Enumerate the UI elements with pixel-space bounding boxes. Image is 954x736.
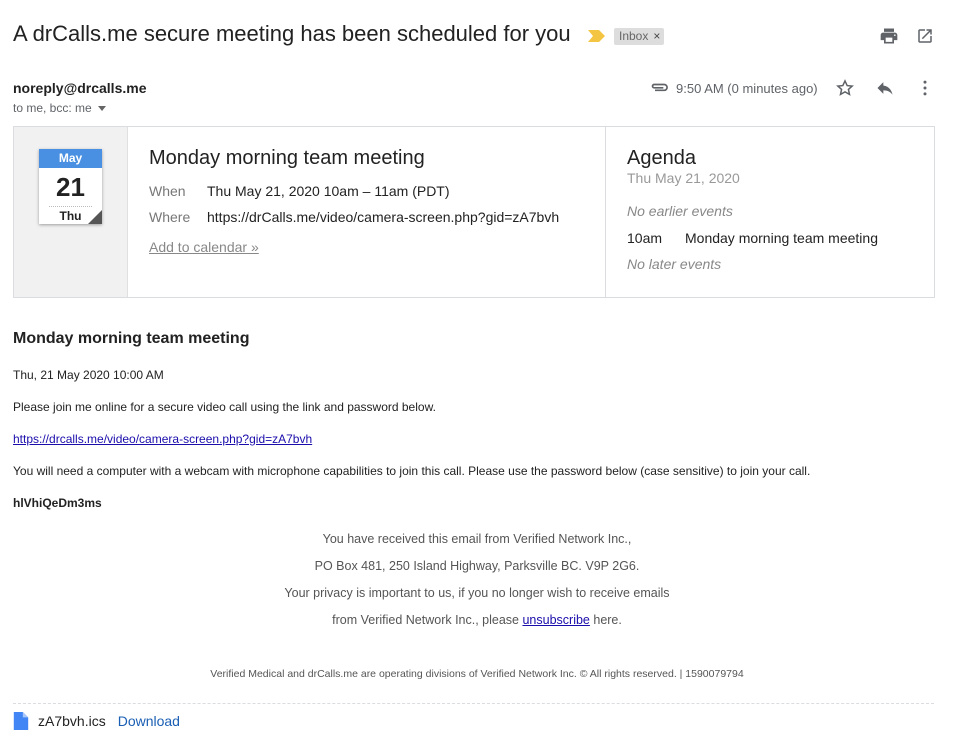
agenda-panel: Agenda Thu May 21, 2020 No earlier event… — [606, 127, 934, 297]
event-where-row: Where https://drCalls.me/video/camera-scr… — [149, 209, 559, 225]
agenda-no-later: No later events — [627, 256, 722, 272]
recipients-text: to me, bcc: me — [13, 101, 92, 115]
where-label: Where — [149, 209, 191, 225]
calendar-day: 21 — [56, 172, 85, 202]
footer-line-2: PO Box 481, 250 Island Highway, Parksvil… — [314, 559, 640, 573]
inbox-label-chip[interactable]: Inbox × — [614, 28, 665, 45]
unsubscribe-link[interactable]: unsubscribe — [522, 613, 589, 627]
remove-label-icon[interactable]: × — [653, 28, 660, 45]
event-when-row: When Thu May 21, 2020 10am – 11am (PDT) — [149, 183, 450, 199]
print-icon[interactable] — [877, 24, 901, 48]
file-icon — [13, 712, 29, 730]
download-link[interactable]: Download — [118, 713, 180, 729]
more-options-icon[interactable] — [913, 76, 937, 100]
body-heading: Monday morning team meeting — [13, 330, 250, 347]
calendar-invite-card: May 21 Thu Monday morning team meeting W… — [13, 126, 935, 298]
when-value: Thu May 21, 2020 10am – 11am (PDT) — [207, 183, 450, 199]
chevron-down-icon[interactable] — [97, 105, 106, 111]
attachment-divider — [13, 703, 934, 704]
calendar-month: May — [39, 149, 102, 168]
agenda-date: Thu May 21, 2020 — [627, 170, 740, 186]
footer-line-4: from Verified Network Inc., please unsub… — [0, 613, 954, 627]
legal-footer: Verified Medical and drCalls.me are oper… — [210, 668, 744, 680]
body-datetime: Thu, 21 May 2020 10:00 AM — [13, 368, 164, 382]
event-details: Monday morning team meeting When Thu May … — [128, 127, 606, 297]
add-to-calendar-link[interactable]: Add to calendar » — [149, 239, 259, 255]
email-subject: A drCalls.me secure meeting has been sch… — [13, 21, 571, 46]
meeting-password: hlVhiQeDm3ms — [13, 496, 102, 510]
when-label: When — [149, 183, 186, 199]
reply-icon[interactable] — [873, 76, 897, 100]
attachment-filename[interactable]: zA7bvh.ics — [38, 713, 106, 729]
attachment-row: zA7bvh.ics Download — [13, 712, 180, 730]
sender-address: noreply@drcalls.me — [13, 80, 147, 96]
calendar-icon-panel: May 21 Thu — [14, 127, 128, 297]
recipients-dropdown[interactable]: to me, bcc: me — [13, 101, 106, 115]
where-value: https://drCalls.me/video/camera-screen.p… — [207, 209, 560, 225]
attachment-icon — [650, 80, 670, 94]
star-icon[interactable] — [833, 76, 857, 100]
body-intro: Please join me online for a secure video… — [13, 400, 436, 414]
page-fold-icon — [88, 210, 102, 224]
footer-line-3: Your privacy is important to us, if you … — [284, 586, 670, 600]
agenda-event-time: 10am — [627, 230, 663, 246]
footer-line-1: You have received this email from Verifi… — [322, 532, 632, 546]
footer-line-4-end: here. — [589, 613, 622, 627]
inbox-label-text: Inbox — [619, 29, 649, 43]
agenda-title: Agenda — [627, 147, 696, 169]
footer-line-4-text: from Verified Network Inc., please — [332, 613, 523, 627]
meeting-link[interactable]: https://drcalls.me/video/camera-screen.p… — [13, 432, 312, 446]
calendar-weekday: Thu — [49, 206, 92, 223]
agenda-no-earlier: No earlier events — [627, 203, 733, 219]
agenda-event[interactable]: 10am Monday morning team meeting — [627, 230, 878, 246]
open-in-new-window-icon[interactable] — [913, 24, 937, 48]
event-title: Monday morning team meeting — [149, 147, 425, 169]
body-instructions: You will need a computer with a webcam w… — [13, 464, 811, 478]
agenda-event-title: Monday morning team meeting — [685, 230, 878, 246]
calendar-icon: May 21 Thu — [39, 149, 102, 224]
message-time: 9:50 AM (0 minutes ago) — [676, 81, 818, 96]
important-marker-icon[interactable] — [588, 30, 605, 42]
